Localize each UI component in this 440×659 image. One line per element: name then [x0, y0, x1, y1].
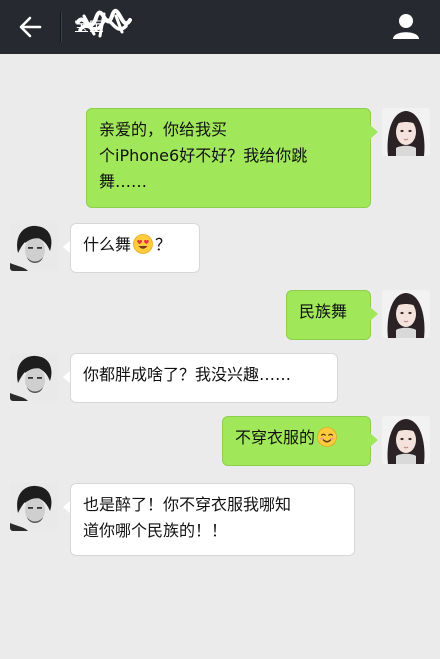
- message-text: 什么舞: [83, 235, 132, 254]
- back-button[interactable]: [12, 10, 48, 44]
- message-bubble-outgoing[interactable]: 亲爱的，你给我买 个iPhone6好不好？我给你跳 舞……: [86, 108, 371, 208]
- name-redaction-scribble: [76, 8, 132, 38]
- chat-area[interactable]: 亲爱的，你给我买 个iPhone6好不好？我给你跳 舞…… 什么舞 ？ 民族舞 …: [0, 54, 440, 659]
- message-bubble-incoming[interactable]: 也是醉了！你不穿衣服我哪知 道你哪个民族的！！: [70, 483, 355, 556]
- message-bubble-incoming[interactable]: 什么舞 ？: [70, 223, 200, 273]
- bubble-tail: [370, 125, 378, 139]
- nav-divider: [60, 12, 62, 42]
- avatar-girl-image: [382, 290, 430, 338]
- avatar-girl-image: [382, 108, 430, 156]
- avatar-self[interactable]: [382, 108, 430, 156]
- heart-eyes-emoji-icon: [133, 234, 153, 254]
- message-text-line: 舞……: [99, 172, 148, 191]
- chat-info-button[interactable]: [388, 9, 424, 45]
- message-text: ？: [155, 235, 172, 254]
- arrow-left-icon: [19, 16, 42, 38]
- chat-header: 宝宝: [0, 0, 440, 54]
- avatar-contact[interactable]: [10, 353, 58, 401]
- message-bubble-outgoing[interactable]: 不穿衣服的: [222, 416, 371, 466]
- message-bubble-incoming[interactable]: 你都胖成啥了？我没兴趣……: [70, 353, 338, 403]
- blush-emoji-icon: [317, 427, 337, 447]
- avatar-self[interactable]: [382, 290, 430, 338]
- avatar-contact[interactable]: [10, 223, 58, 271]
- person-icon: [393, 14, 419, 39]
- avatar-man-image: [10, 353, 58, 401]
- message-bubble-outgoing[interactable]: 民族舞: [286, 290, 371, 340]
- avatar-girl-image: [382, 416, 430, 464]
- avatar-self[interactable]: [382, 416, 430, 464]
- bubble-tail: [370, 433, 378, 447]
- avatar-contact[interactable]: [10, 483, 58, 531]
- message-text: 民族舞: [299, 302, 348, 321]
- message-text-line: 道你哪个民族的！！: [83, 521, 228, 540]
- avatar-man-image: [10, 483, 58, 531]
- avatar-man-image: [10, 223, 58, 271]
- message-text: 你都胖成啥了？我没兴趣……: [83, 365, 292, 384]
- message-text-line: 亲爱的，你给我买: [99, 120, 228, 139]
- message-text: 不穿衣服的: [235, 428, 316, 447]
- bubble-tail: [370, 307, 378, 321]
- message-text-line: 也是醉了！你不穿衣服我哪知: [83, 495, 292, 514]
- message-text-line: 个iPhone6好不好？我给你跳: [99, 146, 308, 165]
